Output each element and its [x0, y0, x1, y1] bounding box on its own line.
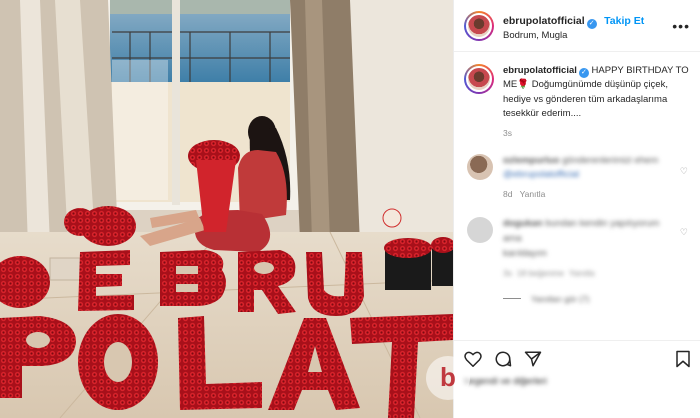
share-icon[interactable]: [524, 350, 542, 368]
action-bar: [454, 340, 700, 376]
post-caption: ebrupolatofficial ✓ HAPPY BIRTHDAY TO ME🌹…: [454, 52, 700, 140]
instagram-post: ebrupolatofficial ✓ Takip Et Bodrum, Mugl…: [0, 0, 700, 418]
photo-scene: [0, 0, 453, 418]
comment-avatar[interactable]: [467, 153, 493, 180]
post-header: ebrupolatofficial ✓ Takip Et Bodrum, Mugl…: [454, 0, 700, 52]
comment-like-icon[interactable]: ♡: [680, 166, 688, 177]
view-replies-label[interactable]: Yanıtları gör (7): [531, 294, 589, 304]
post-photo[interactable]: [0, 0, 453, 418]
reply-button[interactable]: Yanıtla: [520, 189, 546, 199]
caption-verified-icon: ✓: [578, 68, 589, 78]
bookmark-icon[interactable]: [675, 350, 691, 368]
heart-icon[interactable]: [464, 351, 482, 367]
likes-summary[interactable]: begendi ve diğerleri: [464, 376, 547, 387]
reply-button[interactable]: Yanıtla: [569, 268, 595, 278]
caption-username[interactable]: ebrupolatofficial: [503, 65, 577, 76]
follow-button[interactable]: Takip Et: [604, 15, 644, 27]
post-side-panel: ebrupolatofficial ✓ Takip Et Bodrum, Mugl…: [453, 0, 700, 418]
location-link[interactable]: Bodrum, Mugla: [503, 30, 690, 42]
profile-avatar[interactable]: [464, 10, 494, 41]
username-link[interactable]: ebrupolatofficial: [503, 15, 585, 27]
watermark-logo: b: [426, 356, 470, 400]
comment-text: karıldayım: [503, 247, 547, 259]
caption-timestamp: 3s: [503, 128, 512, 138]
comment-username[interactable]: dogukan: [503, 218, 543, 229]
comment-username[interactable]: ozlempurluo: [503, 155, 559, 166]
comment-item: ozlempurluo gönderenlerimizi ehem @ebrup…: [454, 140, 700, 202]
view-replies[interactable]: Yanıtları gör (7): [454, 280, 700, 304]
comment-avatar[interactable]: [467, 217, 493, 244]
verified-badge-icon: ✓: [586, 18, 597, 29]
comment-item: dogukan bundan kendin yapılıyorum ama ka…: [454, 201, 700, 279]
comment-text: @ebrupolatofficial: [503, 169, 580, 181]
comment-like-icon[interactable]: ♡: [680, 227, 688, 238]
more-options-icon[interactable]: •••: [672, 18, 690, 34]
comment-time: 8d: [503, 189, 513, 200]
comment-icon[interactable]: [494, 350, 512, 368]
comment-time: 3s: [503, 267, 512, 278]
comment-likes[interactable]: 18 beğenme: [517, 268, 564, 278]
caption-avatar[interactable]: [464, 64, 494, 94]
